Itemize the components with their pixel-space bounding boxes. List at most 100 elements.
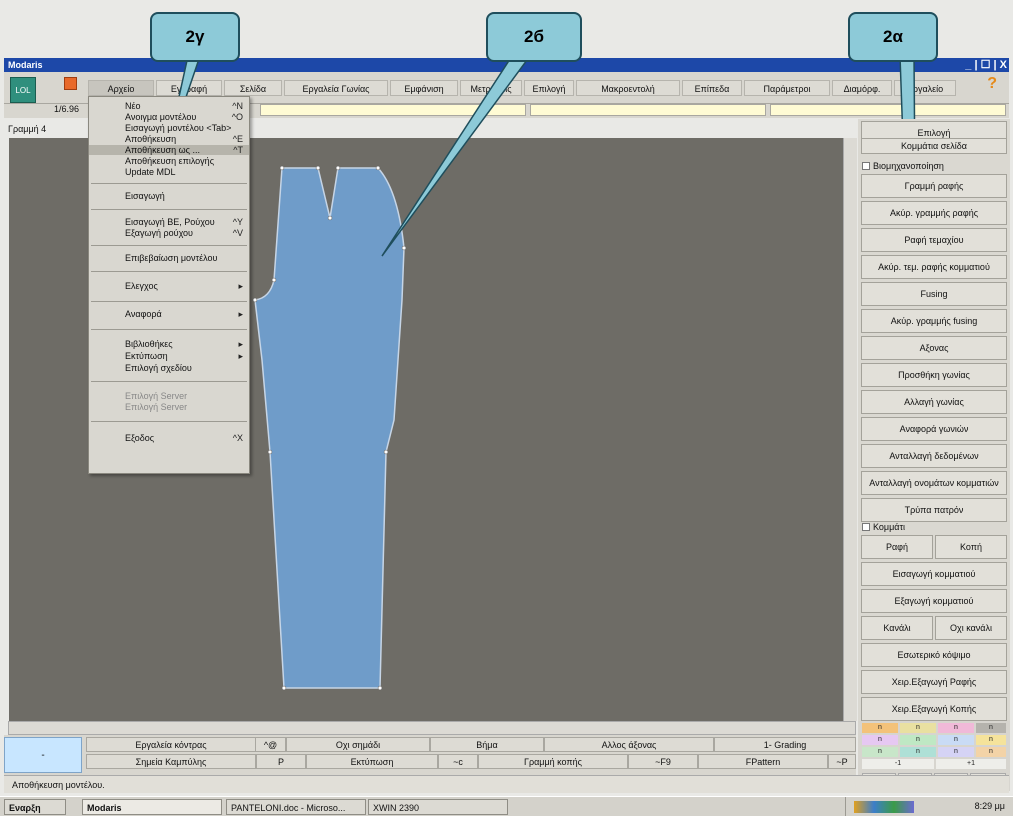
tray-icons[interactable] (854, 801, 914, 813)
lol-button[interactable]: LOL (10, 77, 36, 103)
palette-swatch[interactable]: n (938, 735, 974, 745)
menu-item-check[interactable]: Ελεγχος (125, 281, 158, 291)
submenu-arrow-icon: ▸ (238, 309, 243, 319)
cancel-piece-seam-button[interactable]: Ακύρ. τεμ. ραφής κομματιού (861, 255, 1007, 279)
menu-item-export-garment[interactable]: Εξαγωγή ρούχου (125, 228, 193, 238)
manual-cut-export-button[interactable]: Χειρ.Εξαγωγή Κοπής (861, 697, 1007, 721)
taskbar-item-xwin[interactable]: XWIN 2390 (368, 799, 508, 815)
palette-plus[interactable]: +1 (936, 759, 1006, 769)
menu-layers[interactable]: Επίπεδα (682, 80, 742, 96)
book-icon[interactable] (64, 77, 77, 90)
change-corner-button[interactable]: Αλλαγή γωνίας (861, 390, 1007, 414)
curve-points-button[interactable]: Σημεία Καμπύλης (86, 754, 256, 769)
palette-swatch[interactable]: n (938, 723, 974, 733)
vertical-scrollbar[interactable] (843, 138, 857, 721)
menu-shortcut: ^T (233, 145, 243, 155)
menu-item-save-as[interactable]: Αποθήκευση ως ... (89, 145, 249, 155)
active-tool-indicator[interactable]: - (4, 737, 82, 773)
palette-swatch[interactable]: n (862, 723, 898, 733)
palette-swatch[interactable]: n (976, 735, 1006, 745)
menu-item-update-mdl[interactable]: Update MDL (125, 167, 176, 177)
internal-cut-button[interactable]: Εσωτερικό κόψιμο (861, 643, 1007, 667)
input-box[interactable] (530, 104, 766, 116)
cancel-fusing-button[interactable]: Ακύρ. γραμμής fusing (861, 309, 1007, 333)
shortcut-label: ~P (828, 754, 856, 769)
corner-report-button[interactable]: Αναφορά γωνιών (861, 417, 1007, 441)
menu-macro[interactable]: Μακροεντολή (576, 80, 680, 96)
other-axis-button[interactable]: Αλλος άξονας (544, 737, 714, 752)
menu-item-print[interactable]: Εκτύπωση (125, 351, 168, 361)
piece-seam-button[interactable]: Ραφή τεμαχίου (861, 228, 1007, 252)
menu-measure[interactable]: Μετρήσεις (460, 80, 522, 96)
palette-swatch[interactable]: n (900, 747, 936, 757)
menu-config[interactable]: Διαμόρφ. (832, 80, 892, 96)
step-button[interactable]: Βήμα (430, 737, 544, 752)
pattern-hole-button[interactable]: Τρύπα πατρόν (861, 498, 1007, 522)
menu-file[interactable]: Αρχείο (88, 80, 154, 96)
menu-item-import-model[interactable]: Εισαγωγή μοντέλου <Tab> (125, 123, 231, 133)
grading-button[interactable]: 1- Grading (714, 737, 856, 752)
taskbar-item-word[interactable]: PANTELONI.doc - Microso... (226, 799, 366, 815)
channel-button[interactable]: Κανάλι (861, 616, 933, 640)
menu-item-exit[interactable]: Εξοδος (125, 433, 154, 443)
menu-item-report[interactable]: Αναφορά (125, 309, 162, 319)
start-button[interactable]: Εναρξη (4, 799, 66, 815)
checkbox-label: Κομμάτι (873, 522, 906, 532)
input-box[interactable] (260, 104, 526, 116)
input-box[interactable] (770, 104, 1006, 116)
menu-item-verify-model[interactable]: Επιβεβαίωση μοντέλου (125, 253, 217, 263)
manual-seam-export-button[interactable]: Χειρ.Εξαγωγή Ραφής (861, 670, 1007, 694)
menu-item-libraries[interactable]: Βιβλιοθήκες (125, 339, 173, 349)
exchange-data-button[interactable]: Ανταλλαγή δεδομένων (861, 444, 1007, 468)
fpattern-button[interactable]: FPattern (698, 754, 828, 769)
seam-line-button[interactable]: Γραμμή ραφής (861, 174, 1007, 198)
menu-item-new[interactable]: Νέο (125, 101, 141, 111)
seam-toggle-button[interactable]: Ραφή (861, 535, 933, 559)
print-button[interactable]: Εκτύπωση (306, 754, 438, 769)
contour-tools-button[interactable]: Εργαλεία κόντρας (86, 737, 256, 752)
menu-select[interactable]: Επιλογή (524, 80, 574, 96)
menu-item-open[interactable]: Ανοιγμα μοντέλου (125, 112, 196, 122)
palette-swatch[interactable]: n (862, 747, 898, 757)
pieces-page-button[interactable]: Κομμάτια σελίδα (861, 138, 1007, 154)
export-piece-button[interactable]: Εξαγωγή κομματιού (861, 589, 1007, 613)
palette-swatch[interactable]: n (862, 735, 898, 745)
palette-swatch[interactable]: n (900, 723, 936, 733)
menu-angle-tools[interactable]: Εργαλεία Γωνίας (284, 80, 388, 96)
horizontal-scrollbar[interactable] (8, 721, 856, 735)
cancel-seam-line-button[interactable]: Ακύρ. γραμμής ραφής (861, 201, 1007, 225)
industrialization-checkbox[interactable]: Βιομηχανοποίηση (862, 161, 944, 171)
help-icon[interactable]: ? (987, 75, 997, 93)
palette-minus[interactable]: -1 (862, 759, 934, 769)
menu-item-import[interactable]: Εισαγωγή (125, 191, 165, 201)
menu-record[interactable]: Εγγραφή (156, 80, 222, 96)
window-controls[interactable]: _ | ☐ | X (965, 58, 1007, 72)
piece-checkbox[interactable]: Κομμάτι (862, 522, 905, 532)
palette-swatch[interactable]: n (938, 747, 974, 757)
menu-view[interactable]: Εμφάνιση (390, 80, 458, 96)
no-channel-button[interactable]: Οχι κανάλι (935, 616, 1007, 640)
menu-item-import-garment[interactable]: Εισαγωγή ΒΕ, Ρούχου (125, 217, 215, 227)
menu-item-save[interactable]: Αποθήκευση (125, 134, 176, 144)
add-corner-button[interactable]: Προσθήκη γωνίας (861, 363, 1007, 387)
taskbar-item-modaris[interactable]: Modaris (82, 799, 222, 815)
menu-tool[interactable]: Εργαλείο (894, 80, 956, 96)
axis-button[interactable]: Αξονας (861, 336, 1007, 360)
menu-item-server-disabled: Επιλογή Server (125, 391, 188, 401)
menu-shortcut: ^E (232, 134, 243, 144)
fusing-button[interactable]: Fusing (861, 282, 1007, 306)
menu-item-save-selection[interactable]: Αποθήκευση επιλογής (125, 156, 214, 166)
callout-2a: 2α (848, 12, 938, 62)
exchange-piece-names-button[interactable]: Ανταλλαγή ονομάτων κομματιών (861, 471, 1007, 495)
menu-item-select-design[interactable]: Επιλογή σχεδίου (125, 363, 192, 373)
palette-swatch[interactable]: n (976, 747, 1006, 757)
import-piece-button[interactable]: Εισαγωγή κομματιού (861, 562, 1007, 586)
no-notch-button[interactable]: Οχι σημάδι (286, 737, 430, 752)
palette-swatch[interactable]: n (976, 723, 1006, 733)
menu-parameters[interactable]: Παράμετροι (744, 80, 830, 96)
menu-page[interactable]: Σελίδα (224, 80, 282, 96)
cut-line-button[interactable]: Γραμμή κοπής (478, 754, 628, 769)
menu-separator (91, 183, 247, 184)
cut-toggle-button[interactable]: Κοπή (935, 535, 1007, 559)
palette-swatch[interactable]: n (900, 735, 936, 745)
